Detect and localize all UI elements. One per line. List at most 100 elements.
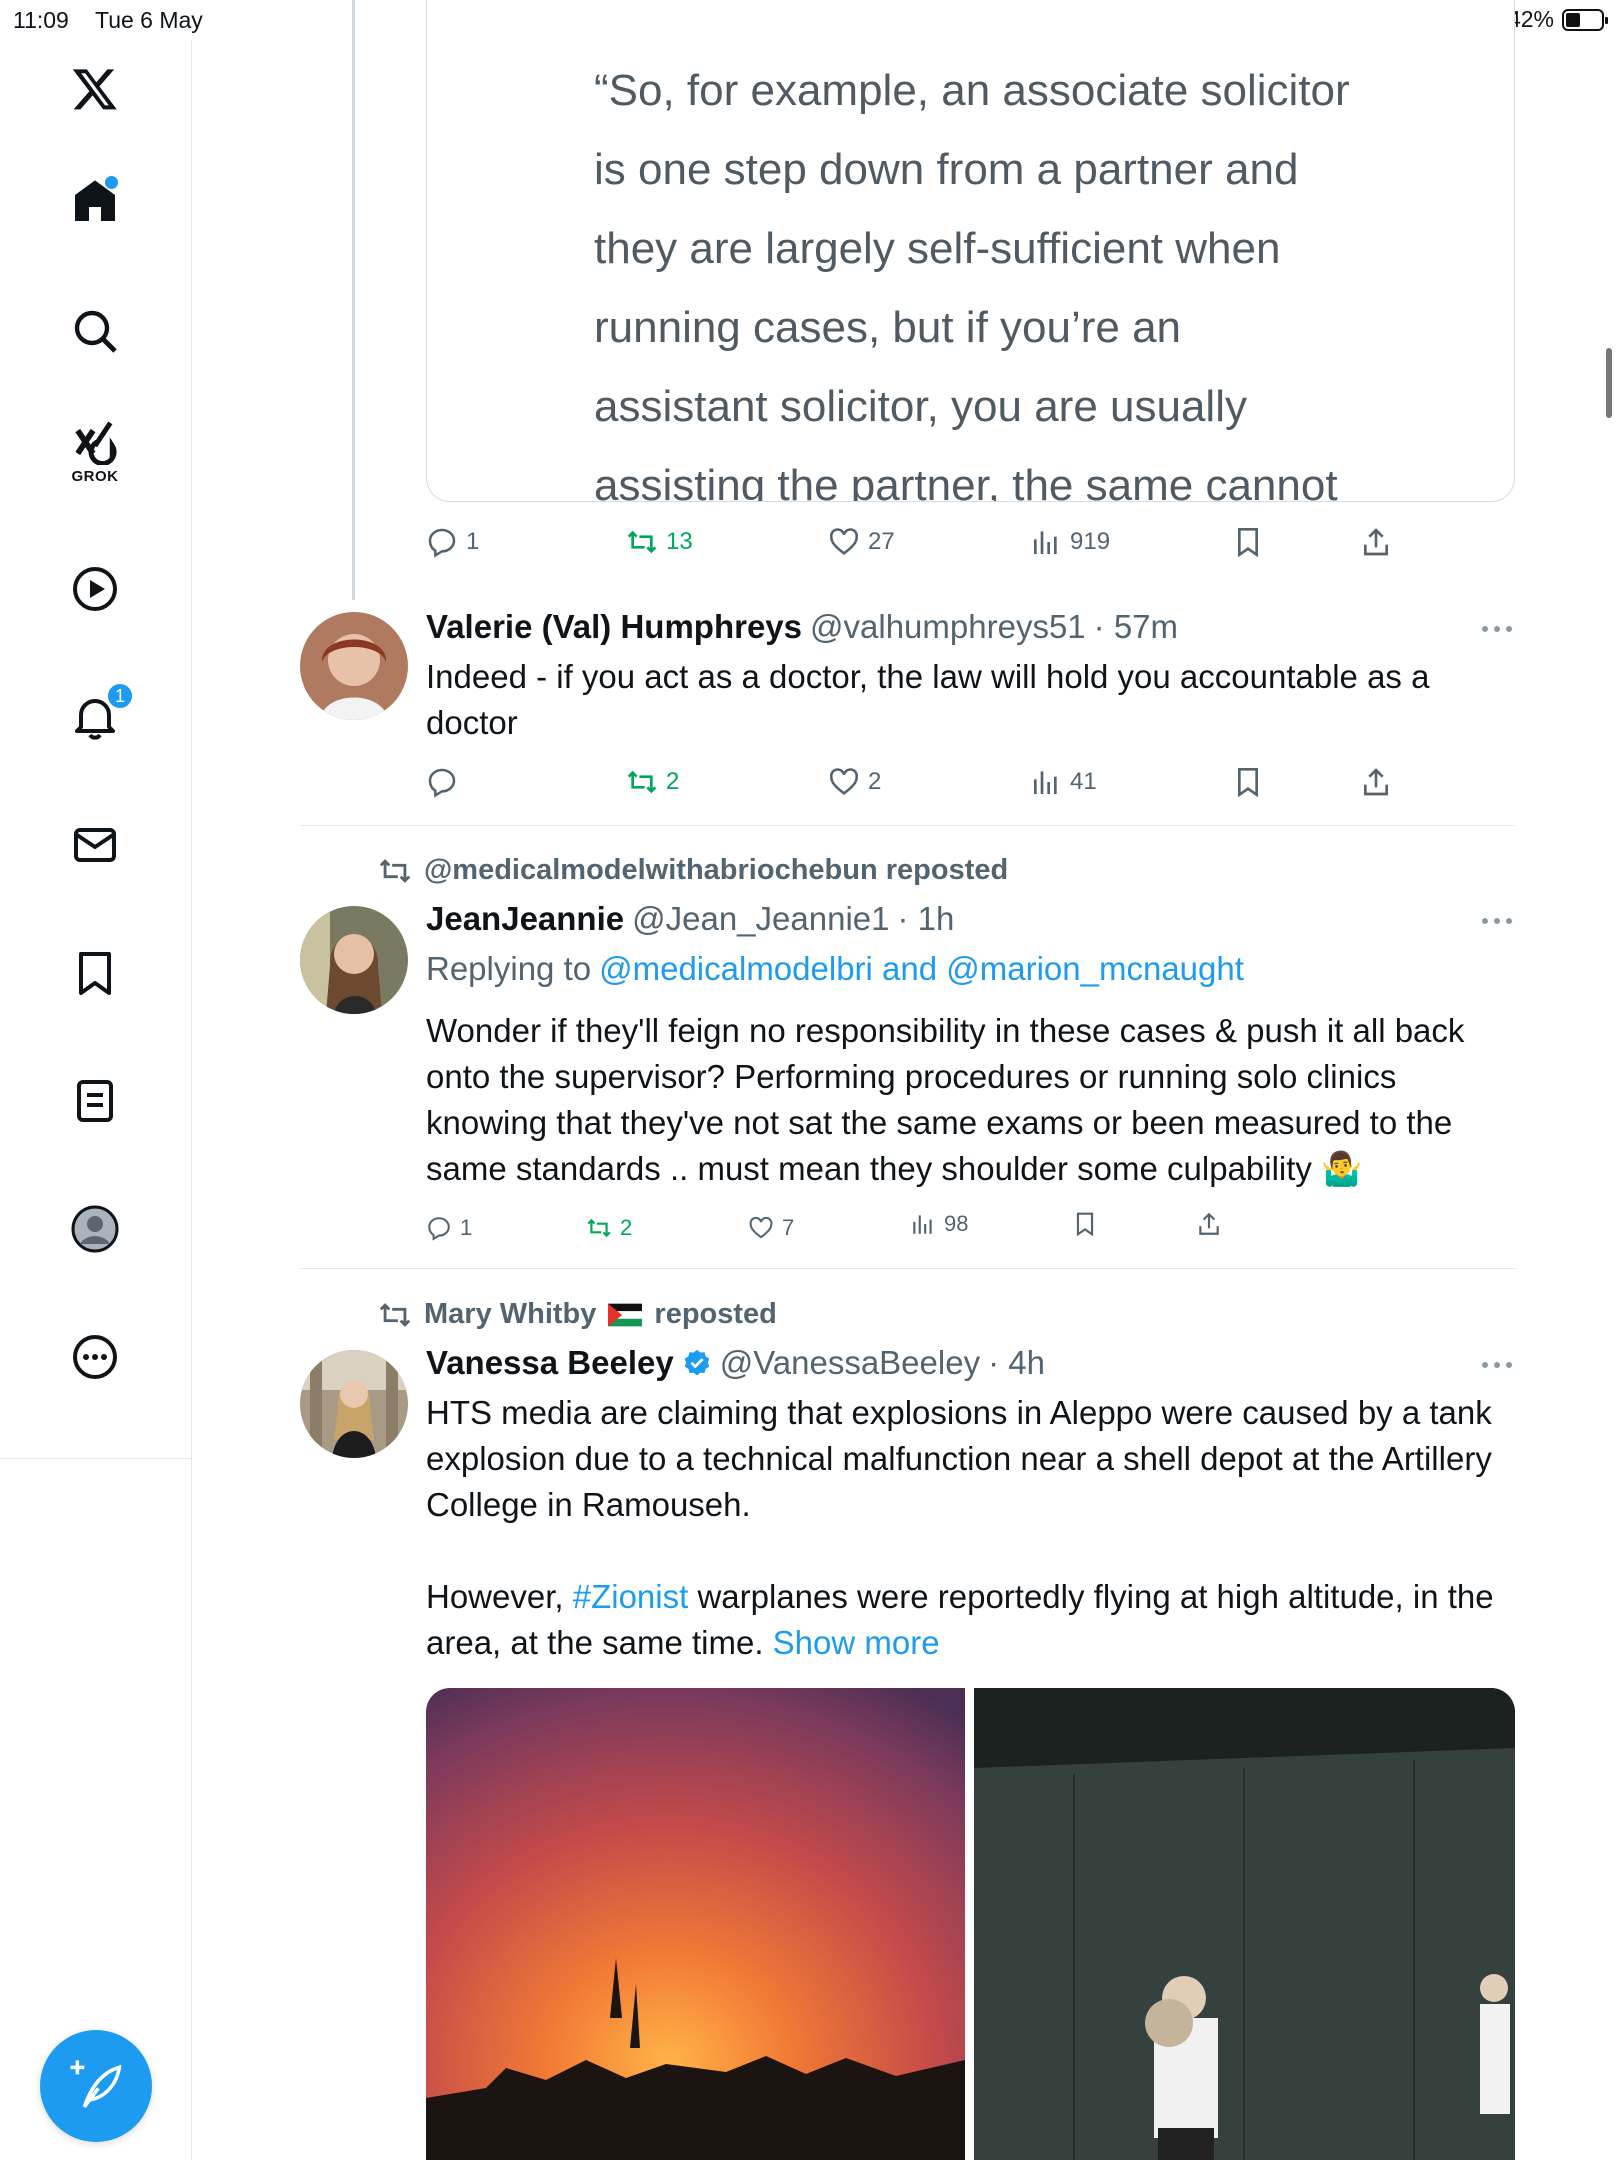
bookmark-icon (1076, 1212, 1094, 1237)
repost-context[interactable]: @medicalmodelwithabriochebun reposted (378, 854, 1008, 887)
verified-badge-icon (684, 1349, 709, 1376)
repost-count: 2 (666, 768, 680, 795)
tweet-header: JeanJeannie @Jean_Jeannie1 · 1h (426, 900, 954, 938)
author-name[interactable]: Vanessa Beeley (426, 1344, 674, 1382)
more-circle-icon[interactable] (60, 1322, 130, 1392)
status-date: Tue 6 May (95, 7, 203, 33)
views-chart-icon (1034, 531, 1057, 554)
reply-icon (428, 528, 456, 558)
repost-icon (627, 770, 657, 794)
views-button[interactable]: 41 (1030, 762, 1097, 802)
quoted-tweet-text: “So, for example, an associate solicitor… (594, 66, 1350, 502)
replying-to-prefix: Replying to (426, 950, 592, 987)
notifications-bell-icon[interactable]: 1 (60, 682, 134, 752)
bookmark-button[interactable] (1232, 522, 1264, 562)
author-handle[interactable]: @valhumphreys51 (810, 608, 1086, 646)
home-notification-dot (105, 176, 118, 189)
tweet-paragraph-1: HTS media are claiming that explosions i… (426, 1394, 1492, 1523)
grok-icon[interactable]: GROK (60, 416, 130, 486)
bookmark-button[interactable] (1232, 762, 1264, 802)
reply-button[interactable] (426, 762, 466, 802)
thread-connector-line (352, 0, 355, 600)
more-options-icon[interactable] (1482, 1362, 1512, 1370)
tweet-media-image-1[interactable] (426, 1688, 965, 2160)
bookmark-button[interactable] (1072, 1204, 1098, 1244)
like-button[interactable]: 2 (828, 762, 881, 802)
hashtag-link[interactable]: #Zionist (573, 1578, 689, 1615)
share-button[interactable] (1360, 522, 1392, 562)
like-count: 27 (868, 528, 895, 555)
reply-count: 1 (466, 528, 480, 555)
like-count: 7 (782, 1215, 795, 1240)
tweet-text: Indeed - if you act as a doctor, the law… (426, 658, 1430, 741)
reply-icon (428, 768, 456, 798)
repost-icon (627, 530, 657, 554)
mail-icon[interactable] (60, 810, 130, 880)
share-icon (1199, 1212, 1219, 1235)
author-name[interactable]: JeanJeannie (426, 900, 624, 938)
show-more-link[interactable]: Show more (773, 1624, 940, 1661)
share-button[interactable] (1196, 1204, 1222, 1244)
replying-to-line: Replying to @medicalmodelbri and @marion… (426, 950, 1244, 988)
reposted-by-label: @medicalmodelwithabriochebun reposted (424, 854, 1009, 886)
more-options-icon[interactable] (1482, 918, 1512, 926)
tweet-header: Vanessa Beeley @VanessaBeeley · 4h (426, 1344, 1045, 1382)
tweet-divider (300, 1268, 1515, 1269)
scrollbar[interactable] (1606, 348, 1612, 418)
profile-avatar[interactable] (60, 1194, 130, 1264)
status-time: 11:09 (13, 7, 69, 33)
repost-context[interactable]: Mary Whitby reposted (378, 1298, 777, 1331)
tweet-text: HTS media are claiming that explosions i… (426, 1390, 1526, 1666)
palestine-flag-icon (608, 1303, 643, 1326)
like-button[interactable]: 7 (748, 1208, 794, 1248)
avatar-valerie[interactable] (300, 612, 408, 720)
quoted-tweet-card[interactable]: “So, for example, an associate solicitor… (426, 0, 1515, 502)
views-button[interactable]: 919 (1030, 522, 1110, 562)
views-button[interactable]: 98 (910, 1204, 968, 1244)
heart-icon (829, 528, 859, 555)
sidebar-divider (0, 1458, 192, 1459)
heart-icon (829, 768, 859, 795)
author-handle[interactable]: @Jean_Jeannie1 (632, 900, 889, 938)
heart-icon (749, 1216, 773, 1239)
like-count: 2 (868, 768, 882, 795)
replying-to-users[interactable]: @medicalmodelbri and @marion_mcnaught (599, 950, 1244, 988)
bookmark-icon[interactable] (60, 938, 130, 1008)
lists-icon[interactable] (60, 1066, 130, 1136)
tweet-time: · 57m (1093, 608, 1179, 645)
search-icon[interactable] (60, 296, 130, 366)
repost-button[interactable]: 2 (586, 1208, 632, 1248)
grok-label: GROK (71, 468, 119, 485)
battery-icon (1562, 8, 1608, 31)
compose-feather-icon (70, 2060, 122, 2109)
tweet-time: · 1h (897, 900, 955, 937)
views-chart-icon (1034, 771, 1057, 794)
avatar-vanessa[interactable] (300, 1350, 408, 1458)
tweet-divider (300, 825, 1515, 826)
like-button[interactable]: 27 (828, 522, 895, 562)
video-play-icon[interactable] (60, 554, 130, 624)
repost-button[interactable]: 2 (626, 762, 679, 802)
home-icon[interactable] (60, 166, 130, 236)
reply-button[interactable]: 1 (426, 522, 479, 562)
bookmark-icon (1238, 768, 1258, 798)
quoted-tweet-actions: 1 13 27 919 (426, 522, 1426, 562)
tweet-media-image-2[interactable] (974, 1688, 1515, 2160)
more-options-icon[interactable] (1482, 626, 1512, 634)
notifications-badge: 1 (106, 682, 134, 710)
bookmark-icon (1238, 528, 1258, 558)
compose-post-button[interactable] (40, 2030, 152, 2142)
share-icon (1364, 528, 1388, 556)
author-handle[interactable]: @VanessaBeeley (720, 1344, 980, 1382)
tweet-time: · 4h (988, 1344, 1045, 1381)
share-button[interactable] (1360, 762, 1392, 802)
author-name[interactable]: Valerie (Val) Humphreys (426, 608, 802, 646)
repost-button[interactable]: 13 (626, 522, 693, 562)
reply-count: 1 (460, 1215, 473, 1240)
x-logo-icon[interactable] (60, 54, 130, 124)
avatar-jeanjeannie[interactable] (300, 906, 408, 1014)
tweet-text: Wonder if they'll feign no responsibilit… (426, 1012, 1465, 1187)
tweet-actions: 2 2 41 (426, 762, 1426, 802)
reposted-suffix: reposted (654, 1298, 777, 1330)
reply-button[interactable]: 1 (426, 1208, 472, 1248)
